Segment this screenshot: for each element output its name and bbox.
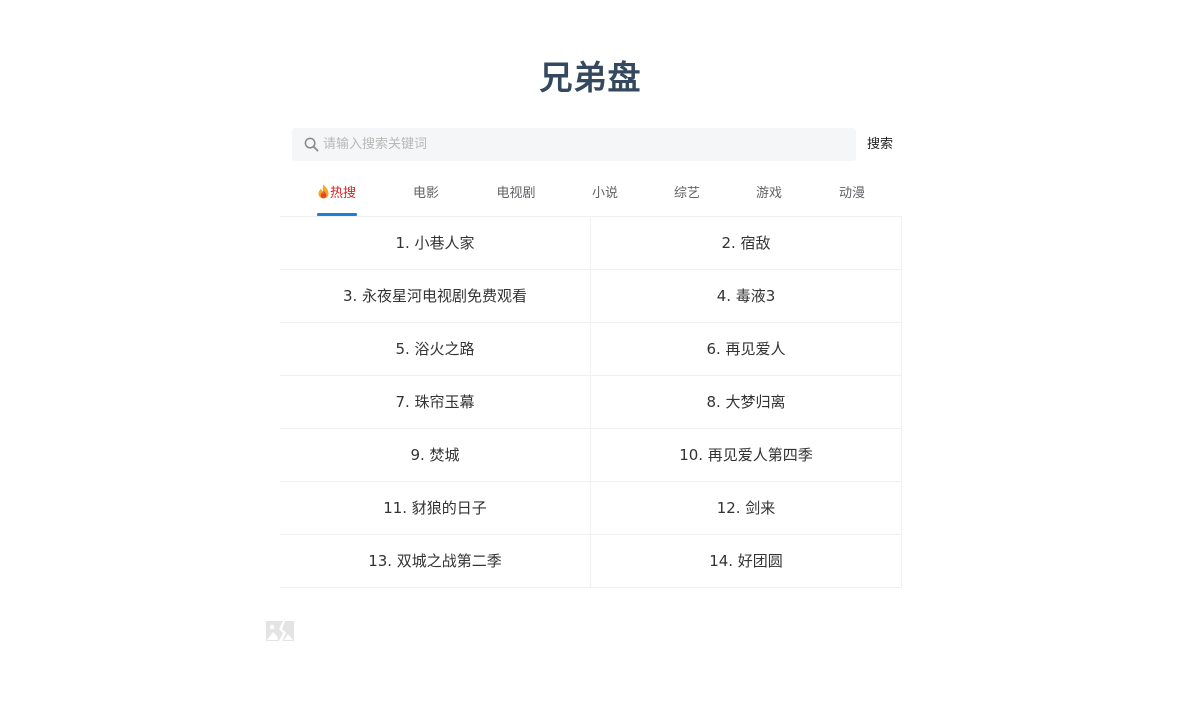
hot-item[interactable]: 11. 豺狼的日子 bbox=[280, 482, 591, 534]
search-bar[interactable] bbox=[292, 128, 856, 161]
tab-hot[interactable]: 热搜 bbox=[314, 178, 360, 216]
fire-icon bbox=[318, 184, 329, 199]
category-tabs: 热搜 电影 电视剧 小说 综艺 游戏 动漫 bbox=[280, 178, 902, 216]
hot-item[interactable]: 13. 双城之战第二季 bbox=[280, 535, 591, 587]
hot-row: 1. 小巷人家 2. 宿敌 bbox=[280, 217, 902, 270]
hot-row: 9. 焚城 10. 再见爱人第四季 bbox=[280, 429, 902, 482]
hot-item[interactable]: 2. 宿敌 bbox=[591, 217, 902, 269]
search-input[interactable] bbox=[323, 128, 843, 161]
search-icon bbox=[304, 137, 319, 152]
hot-item[interactable]: 10. 再见爱人第四季 bbox=[591, 429, 902, 481]
hot-item[interactable]: 8. 大梦归离 bbox=[591, 376, 902, 428]
site-title: 兄弟盘 bbox=[539, 58, 642, 97]
tab-variety[interactable]: 综艺 bbox=[671, 178, 703, 216]
hot-item[interactable]: 1. 小巷人家 bbox=[280, 217, 591, 269]
hot-item[interactable]: 12. 剑来 bbox=[591, 482, 902, 534]
hot-item[interactable]: 14. 好团圆 bbox=[591, 535, 902, 587]
hot-item[interactable]: 3. 永夜星河电视剧免费观看 bbox=[280, 270, 591, 322]
hot-item[interactable]: 9. 焚城 bbox=[280, 429, 591, 481]
hot-item[interactable]: 5. 浴火之路 bbox=[280, 323, 591, 375]
broken-image-icon bbox=[266, 621, 294, 641]
tab-novel[interactable]: 小说 bbox=[589, 178, 621, 216]
tab-tv[interactable]: 电视剧 bbox=[493, 178, 539, 216]
hot-item[interactable]: 6. 再见爱人 bbox=[591, 323, 902, 375]
tab-games[interactable]: 游戏 bbox=[753, 178, 785, 216]
hot-row: 13. 双城之战第二季 14. 好团圆 bbox=[280, 535, 902, 588]
tab-movie[interactable]: 电影 bbox=[410, 178, 442, 216]
page: 兄弟盘 搜索 热搜 电影 电视剧 小说 综艺 游戏 动漫 1. 小巷人家 2. … bbox=[0, 0, 1187, 705]
hot-item[interactable]: 7. 珠帘玉幕 bbox=[280, 376, 591, 428]
hot-row: 3. 永夜星河电视剧免费观看 4. 毒液3 bbox=[280, 270, 902, 323]
hot-search-list: 1. 小巷人家 2. 宿敌 3. 永夜星河电视剧免费观看 4. 毒液3 5. 浴… bbox=[280, 217, 902, 588]
tab-label: 热搜 bbox=[329, 186, 356, 201]
hot-row: 7. 珠帘玉幕 8. 大梦归离 bbox=[280, 376, 902, 429]
tab-anime[interactable]: 动漫 bbox=[836, 178, 868, 216]
hot-row: 11. 豺狼的日子 12. 剑来 bbox=[280, 482, 902, 535]
hot-row: 5. 浴火之路 6. 再见爱人 bbox=[280, 323, 902, 376]
search-button[interactable]: 搜索 bbox=[860, 128, 900, 161]
hot-item[interactable]: 4. 毒液3 bbox=[591, 270, 902, 322]
